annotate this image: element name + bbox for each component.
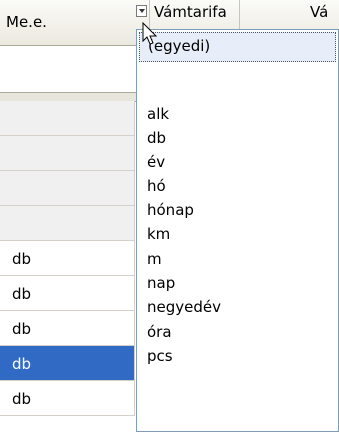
filter-option[interactable]: km [147, 225, 170, 243]
mouse-pointer-icon [142, 22, 158, 45]
cell-mee: db [12, 320, 32, 338]
cell-mee: db [12, 355, 32, 373]
column-header-mee-label: Me.e. [6, 13, 47, 31]
filter-option[interactable]: pcs [147, 347, 173, 365]
column-header-next-label: Vá [310, 3, 329, 21]
filter-option[interactable]: hónap [147, 201, 194, 219]
cell-mee: db [12, 250, 32, 268]
filter-option-selected[interactable]: (egyedi) [139, 32, 336, 62]
table-row[interactable]: db [0, 311, 135, 346]
cell-mee: db [12, 285, 32, 303]
data-grid: Me.e. Vámtarifa Vá db db db db db (egyed… [0, 0, 339, 432]
table-row[interactable] [0, 136, 135, 171]
filter-option[interactable]: alk [147, 105, 169, 123]
table-row[interactable] [0, 171, 135, 206]
column-header-mee[interactable]: Me.e. [0, 0, 150, 46]
filter-option[interactable]: db [147, 129, 166, 147]
table-row[interactable]: db [0, 241, 135, 276]
table-row[interactable] [0, 206, 135, 241]
filter-option[interactable]: negyedév [147, 298, 221, 316]
column-header-vamtarifa-label: Vámtarifa [154, 3, 227, 21]
filter-option[interactable]: nap [147, 274, 175, 292]
table-row[interactable]: db [0, 381, 135, 416]
table-row[interactable]: db [0, 276, 135, 311]
filter-option[interactable]: m [147, 250, 162, 268]
filter-dropdown-icon[interactable] [136, 5, 147, 17]
filter-option[interactable]: óra [147, 323, 172, 341]
table-row-selected[interactable]: db [0, 346, 135, 381]
filter-option[interactable]: hó [147, 177, 166, 195]
filter-option[interactable]: év [147, 153, 165, 171]
filter-dropdown-list[interactable]: (egyedi) alk db év hó hónap km m nap neg… [136, 29, 339, 432]
table-row[interactable] [0, 101, 135, 136]
cell-mee: db [12, 390, 32, 408]
